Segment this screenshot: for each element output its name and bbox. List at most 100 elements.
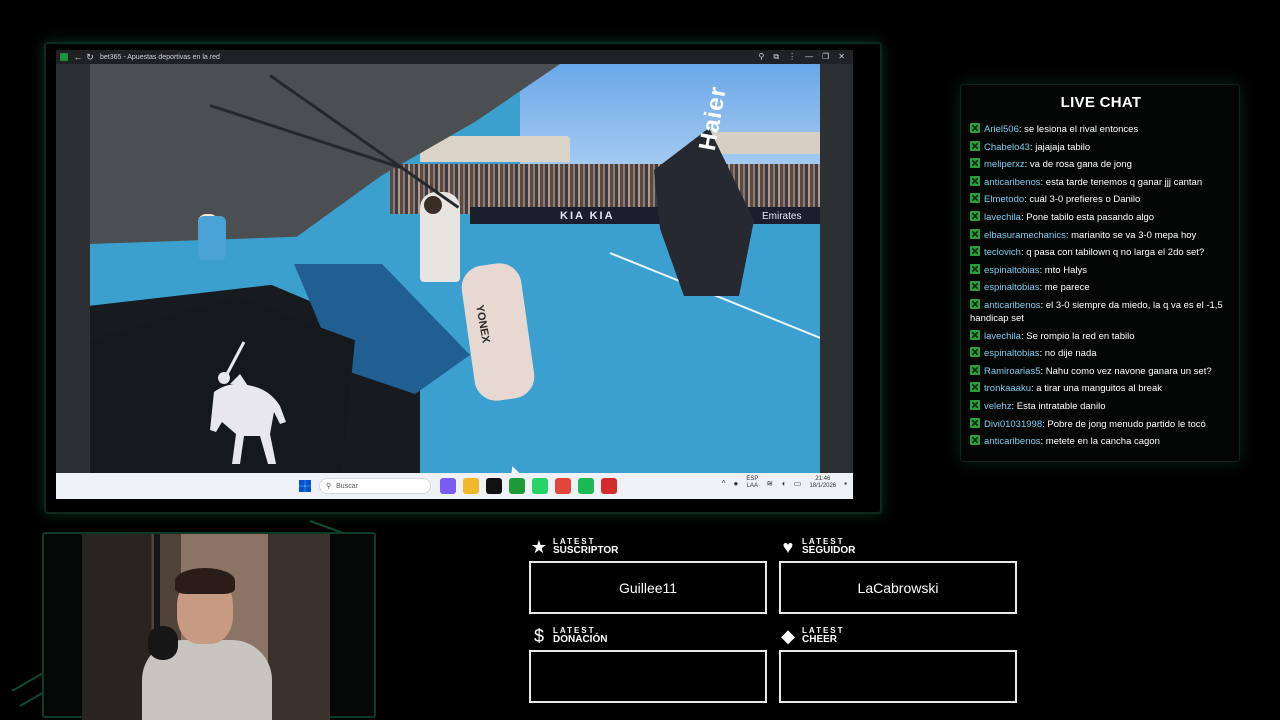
mic-arm xyxy=(154,534,160,630)
search-icon: ⚲ xyxy=(326,483,332,490)
close-button[interactable]: ✕ xyxy=(838,52,845,62)
chat-username[interactable]: Elmetodo xyxy=(984,194,1024,205)
official-figure xyxy=(198,216,226,260)
chat-message: tronkaaaku: a tirar una manguitos al bre… xyxy=(970,382,1232,395)
microphone-icon xyxy=(148,626,178,660)
chat-username[interactable]: teclovich xyxy=(984,247,1021,258)
maximize-button[interactable]: ❐ xyxy=(822,52,829,62)
chat-username[interactable]: meliperxz xyxy=(984,159,1025,170)
chat-username[interactable]: anticaribenos xyxy=(984,177,1041,188)
chat-message: espinaltobias: me parece xyxy=(970,281,1232,294)
taskbar-search[interactable]: ⚲ Buscar xyxy=(319,478,431,494)
system-tray: ^ ● ESP LAA ≋ ◖ ▭ 21:46 18/1/2026 ▪ xyxy=(722,476,847,490)
chat-text: : a tirar una manguitos al break xyxy=(1031,383,1162,395)
live-chat-panel: LIVE CHAT Ariel506: se lesiona el rival … xyxy=(960,84,1240,462)
extensions-icon[interactable]: ⧉ xyxy=(773,52,779,62)
wifi-icon[interactable]: ≋ xyxy=(766,479,773,488)
kick-badge-icon xyxy=(970,210,980,221)
chat-username[interactable]: espinaltobias xyxy=(984,265,1039,276)
microphone-icon[interactable]: ● xyxy=(733,479,738,488)
folder-icon[interactable] xyxy=(463,478,479,494)
chat-text: : Se rompio la red en tabilo xyxy=(1020,330,1135,342)
chrome-icon[interactable] xyxy=(555,478,571,494)
heart-icon: ♥ xyxy=(782,536,794,557)
kick-badge-icon xyxy=(970,399,980,410)
dollar-icon: $ xyxy=(533,625,544,646)
kick-badge-icon xyxy=(970,382,980,393)
chat-text: : q pasa con tabilown q no larga el 2do … xyxy=(1020,247,1205,259)
chat-message: lavechila: Se rompio la red en tabilo xyxy=(970,329,1232,343)
chat-text: : Esta intratable danilo xyxy=(1011,400,1106,412)
browser-tab-title: bet365 - Apuestas deportivas en la red xyxy=(100,53,220,61)
chat-text: : marianito se va 3-0 mepa hoy xyxy=(1065,229,1197,241)
battery-icon[interactable]: ▭ xyxy=(794,479,802,488)
chat-username[interactable]: Chabelo43 xyxy=(984,142,1030,153)
back-arrow-icon[interactable]: ← xyxy=(72,52,84,62)
chat-username[interactable]: lavechila xyxy=(984,212,1021,223)
language-indicator[interactable]: ESP LAA xyxy=(746,476,758,490)
chat-message: Chabelo43: jajajaja tabilo xyxy=(970,140,1232,154)
webcam-feed xyxy=(82,534,330,720)
chat-message: Ramiroarias5: Nahu como vez navone ganar… xyxy=(970,364,1232,378)
app-icon[interactable] xyxy=(601,478,617,494)
spotify-icon[interactable] xyxy=(578,478,594,494)
chat-username[interactable]: Divi01031998 xyxy=(984,419,1042,430)
chat-username[interactable]: espinaltobias xyxy=(984,348,1039,359)
zoom-icon[interactable]: ⚲ xyxy=(759,52,765,62)
chat-message: Elmetodo: cuál 3-0 prefieres o Danilo xyxy=(970,193,1232,206)
chat-username[interactable]: espinaltobias xyxy=(984,282,1039,293)
chat-username[interactable]: Ramiroarias5 xyxy=(984,366,1041,377)
latest-follower-box: LaCabrowski xyxy=(779,561,1017,614)
chat-message: anticaribenos: esta tarde tenemos q gana… xyxy=(970,175,1232,189)
kick-badge-icon xyxy=(970,175,980,186)
polo-horse-logo-icon xyxy=(210,341,286,464)
clock-date: 18/1/2026 xyxy=(809,483,837,489)
chat-username[interactable]: lavechila xyxy=(984,331,1021,342)
language-line-2: LAA xyxy=(746,483,758,489)
notification-icon[interactable]: ▪ xyxy=(844,479,847,488)
chat-username[interactable]: anticaribenos xyxy=(984,300,1041,311)
latest-cheer-box xyxy=(779,650,1017,703)
kick-badge-icon xyxy=(970,435,980,446)
tiktok-icon[interactable] xyxy=(486,478,502,494)
copilot-icon[interactable] xyxy=(440,478,456,494)
volume-icon[interactable]: ◖ xyxy=(781,479,786,488)
chat-username[interactable]: Ariel506 xyxy=(984,124,1019,135)
chat-message: teclovich: q pasa con tabilown q no larg… xyxy=(970,246,1232,259)
latest-subscriber-box: Guillee11 xyxy=(529,561,767,614)
chevron-up-icon[interactable]: ^ xyxy=(722,479,726,488)
kick-badge-icon xyxy=(970,329,980,340)
chat-message: anticaribenos: metete en la cancha cagon xyxy=(970,435,1232,448)
chat-username[interactable]: velehz xyxy=(984,401,1011,412)
windows-start-icon[interactable] xyxy=(299,480,311,492)
star-icon: ★ xyxy=(530,536,548,557)
chat-text: : esta tarde tenemos q ganar jjj cantan xyxy=(1040,176,1203,188)
kick-icon[interactable] xyxy=(509,478,525,494)
chat-username[interactable]: anticaribenos xyxy=(984,436,1041,447)
tennis-video[interactable]: KIA KIA Emirates Haier YONEX xyxy=(90,64,820,473)
chat-text: : mto Halys xyxy=(1039,264,1087,276)
kick-badge-icon xyxy=(970,364,980,375)
kick-badge-icon xyxy=(970,246,980,257)
whatsapp-icon[interactable] xyxy=(532,478,548,494)
clock[interactable]: 21:46 18/1/2026 xyxy=(809,476,836,490)
chat-message: espinaltobias: no dije nada xyxy=(970,347,1232,360)
chat-text: : no dije nada xyxy=(1039,348,1097,360)
latest-follower-label: SEGUIDOR xyxy=(802,545,856,556)
chat-text: : cuál 3-0 prefieres o Danilo xyxy=(1024,194,1141,206)
player-head xyxy=(424,196,442,214)
chat-message-list[interactable]: Ariel506: se lesiona el rival entonces Ch… xyxy=(970,123,1232,453)
latest-cheer-label: CHEER xyxy=(802,634,838,645)
chat-username[interactable]: tronkaaaku xyxy=(984,383,1031,394)
sponsor-board-text: KIA KIA xyxy=(560,210,615,222)
chat-text: : jajajaja tabilo xyxy=(1029,141,1091,153)
menu-dots-icon[interactable]: ⋮ xyxy=(788,52,796,62)
chat-message: lavechila: Pone tabilo esta pasando algo xyxy=(970,210,1232,224)
chat-username[interactable]: elbasuramechanics xyxy=(984,230,1066,241)
kick-badge-icon xyxy=(970,281,980,292)
minimize-button[interactable]: — xyxy=(805,52,813,62)
chat-text: : metete en la cancha cagon xyxy=(1040,436,1160,448)
taskbar-search-placeholder: Buscar xyxy=(336,482,358,490)
kick-badge-icon xyxy=(970,158,980,169)
reload-icon[interactable]: ↻ xyxy=(84,52,96,63)
